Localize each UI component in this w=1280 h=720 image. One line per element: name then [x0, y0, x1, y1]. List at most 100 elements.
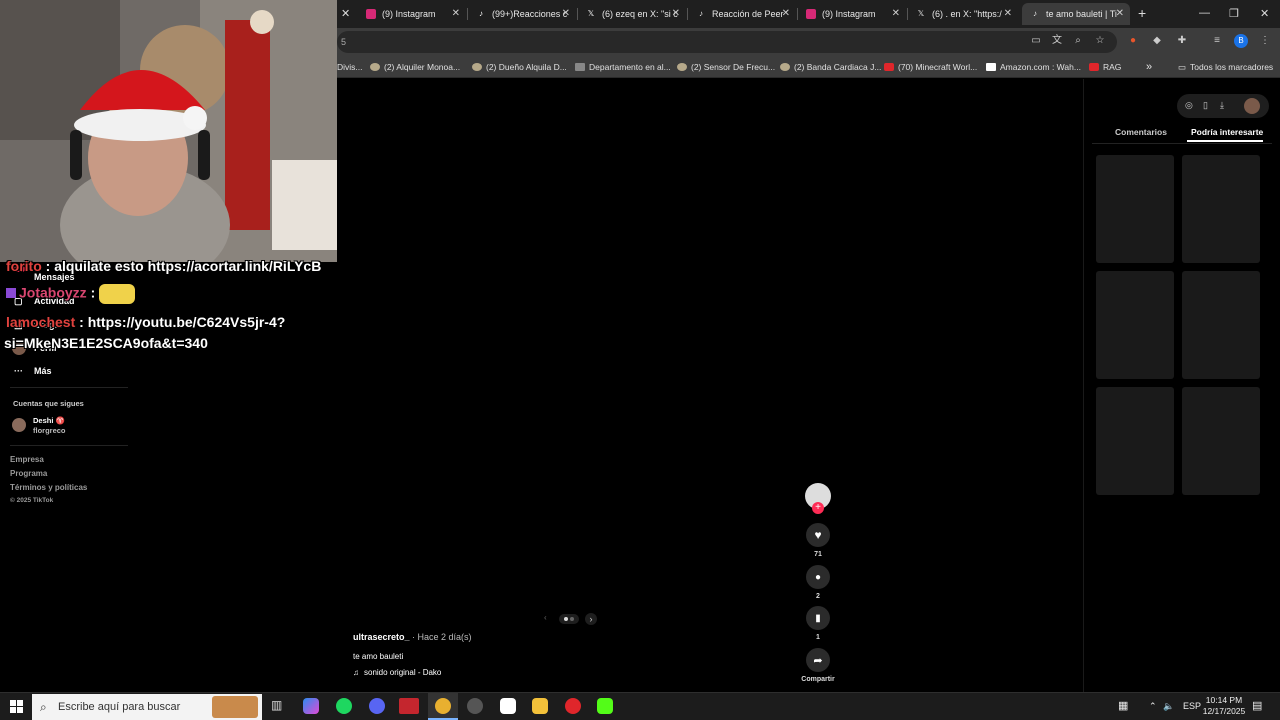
next-slide-icon[interactable]: › — [585, 613, 597, 625]
bookmark-item[interactable]: Departamento en al... — [575, 60, 671, 74]
tab-close-icon[interactable]: ✕ — [452, 8, 460, 19]
file-explorer-icon[interactable] — [532, 698, 548, 714]
profile-avatar-icon[interactable]: B — [1234, 34, 1248, 48]
all-bookmarks-button[interactable]: ▭ Todos los marcadores — [1178, 60, 1273, 74]
bookmark-item[interactable]: (70) Minecraft Worl... — [884, 60, 977, 74]
task-view-icon[interactable]: ▥ — [271, 698, 287, 714]
minimize-icon[interactable]: — — [1199, 7, 1210, 19]
video-caption: te amo bauleti — [353, 652, 404, 661]
tab-close-icon[interactable]: ✕ — [782, 8, 790, 19]
zoom-icon[interactable]: ⌕ — [1071, 34, 1085, 48]
tray-overflow-icon[interactable]: ⌃ — [1149, 701, 1157, 712]
close-tab-icon[interactable]: ✕ — [341, 7, 350, 20]
slide-dot[interactable] — [570, 617, 574, 621]
volume-icon[interactable]: 🔈 — [1163, 701, 1174, 712]
bookmark-item[interactable]: (2) Dueño Alquila D... — [472, 60, 567, 74]
following-handle[interactable]: florgreco — [33, 426, 66, 435]
bookmark-item[interactable]: (2) Banda Cardiaca J... — [780, 60, 881, 74]
user-avatar[interactable] — [1244, 98, 1260, 114]
compass-icon[interactable]: ◎ — [1185, 100, 1193, 111]
spotify-icon[interactable] — [336, 698, 352, 714]
active-tab-indicator — [1187, 140, 1263, 142]
panel-toolbar: ◎ ▯ ⤓ — [1177, 94, 1269, 118]
tab-x-ezeq[interactable]: 𝕏 (6) ezeq en X: "si c ✕ — [578, 3, 686, 25]
extensions-puzzle-icon[interactable]: ✚ — [1175, 34, 1189, 48]
recommended-thumbnail[interactable] — [1096, 155, 1174, 263]
tab-x-2[interactable]: 𝕏 (6) . en X: "https:/ ✕ — [908, 3, 1018, 25]
windows-start-icon[interactable] — [10, 700, 23, 713]
extension-icon[interactable]: ● — [1126, 34, 1140, 48]
recommended-thumbnail[interactable] — [1182, 155, 1260, 263]
minion-emote-icon — [99, 284, 136, 304]
copilot-icon[interactable] — [303, 698, 319, 714]
bookmark-item[interactable]: (2) Sensor De Frecu... — [677, 60, 775, 74]
footer-link-programa[interactable]: Programa — [10, 469, 47, 478]
voicemeeter-icon[interactable] — [399, 698, 419, 714]
chrome-icon[interactable] — [435, 698, 451, 714]
youtube-icon — [884, 63, 894, 71]
kick-icon[interactable] — [597, 698, 613, 714]
bookmark-item[interactable]: RAG — [1089, 60, 1121, 74]
comment-button[interactable]: ● — [806, 565, 830, 589]
clock[interactable]: 10:14 PM 12/17/2025 — [1200, 695, 1248, 717]
footer-link-terminos[interactable]: Términos y políticas — [10, 483, 87, 492]
follow-plus-icon[interactable]: + — [812, 502, 824, 514]
tab-close-icon[interactable]: ✕ — [892, 8, 900, 19]
translate-icon[interactable]: 文 — [1050, 34, 1064, 48]
x-icon: 𝕏 — [917, 9, 925, 18]
tab-reacciones[interactable]: ♪ (99+)Reacciones c ✕ — [468, 3, 576, 25]
language-indicator[interactable]: ESP — [1183, 701, 1201, 711]
restore-icon[interactable]: ❐ — [1229, 7, 1239, 20]
recommended-thumbnail[interactable] — [1096, 271, 1174, 379]
extension-2-icon[interactable]: ◆ — [1150, 34, 1164, 48]
save-button[interactable]: ▮ — [806, 606, 830, 630]
keyboard-icon[interactable]: ▦ — [1118, 699, 1128, 712]
footer-link-empresa[interactable]: Empresa — [10, 455, 44, 464]
discord-icon[interactable] — [369, 698, 385, 714]
tab-close-icon[interactable]: ✕ — [672, 8, 680, 19]
tab-close-icon[interactable]: ✕ — [1116, 8, 1124, 19]
chat-text: : https://youtu.be/C624Vs5jr-4? — [75, 314, 286, 330]
following-name[interactable]: Deshi ♈ — [33, 416, 65, 425]
window-close-icon[interactable]: ✕ — [1260, 7, 1269, 20]
sidebar-item-mas[interactable]: Más — [34, 366, 52, 376]
new-tab-button[interactable]: + — [1138, 5, 1146, 21]
tab-podria-interesarte[interactable]: Podría interesarte — [1191, 127, 1263, 137]
tab-te-amo-bauleti[interactable]: ♪ te amo bauleti | Ti ✕ — [1022, 3, 1130, 25]
recommended-thumbnail[interactable] — [1096, 387, 1174, 495]
bookmark-label: Amazon.com : Wah... — [1000, 62, 1081, 72]
tab-close-icon[interactable]: ✕ — [1004, 8, 1012, 19]
bookmark-label: (70) Minecraft Worl... — [898, 62, 978, 72]
cast-icon[interactable]: ▭ — [1029, 34, 1043, 48]
app-icon[interactable] — [500, 698, 516, 714]
tab-close-icon[interactable]: ✕ — [562, 8, 570, 19]
bookmark-item[interactable]: Amazon.com : Wah... — [986, 60, 1081, 74]
prev-slide-icon[interactable]: ‹ — [544, 613, 547, 622]
device-icon[interactable]: ▯ — [1203, 100, 1208, 111]
bookmark-star-icon[interactable]: ☆ — [1093, 34, 1107, 48]
bookmark-item[interactable]: Divis... — [337, 60, 363, 74]
share-button[interactable]: ➦ — [806, 648, 830, 672]
video-player[interactable]: ‹ › ultrasecreto_ · Hace 2 día(s) te amo… — [337, 79, 1082, 692]
menu-kebab-icon[interactable]: ⋮ — [1258, 34, 1272, 48]
slide-dot-active[interactable] — [564, 617, 568, 621]
download-icon[interactable]: ⤓ — [1220, 100, 1224, 111]
obs-icon[interactable] — [467, 698, 483, 714]
tab-comentarios[interactable]: Comentarios — [1115, 127, 1167, 137]
tab-instagram[interactable]: (9) Instagram ✕ — [358, 3, 466, 25]
tab-instagram-2[interactable]: (9) Instagram ✕ — [798, 3, 906, 25]
notifications-icon[interactable]: ▤ — [1252, 699, 1262, 712]
bookmark-favicon-icon — [575, 63, 585, 71]
bookmark-item[interactable]: (2) Alquiler Monoa... — [370, 60, 460, 74]
author-name[interactable]: ultrasecreto_ — [353, 632, 410, 642]
address-input[interactable]: 5 — [337, 31, 1117, 53]
sound-link[interactable]: ♫ sonido original - Dako — [353, 668, 441, 677]
recommended-thumbnail[interactable] — [1182, 271, 1260, 379]
recommended-thumbnail[interactable] — [1182, 387, 1260, 495]
tab-reaccion-peer[interactable]: ♪ Reacción de Peer ✕ — [688, 3, 796, 25]
taskbar-search-input[interactable]: ⌕ Escribe aquí para buscar — [32, 694, 262, 720]
like-button[interactable]: ♥ — [806, 523, 830, 547]
media-icon[interactable]: ≡ — [1210, 34, 1224, 48]
bookmarks-overflow-icon[interactable]: » — [1146, 60, 1152, 74]
opera-icon[interactable] — [565, 698, 581, 714]
